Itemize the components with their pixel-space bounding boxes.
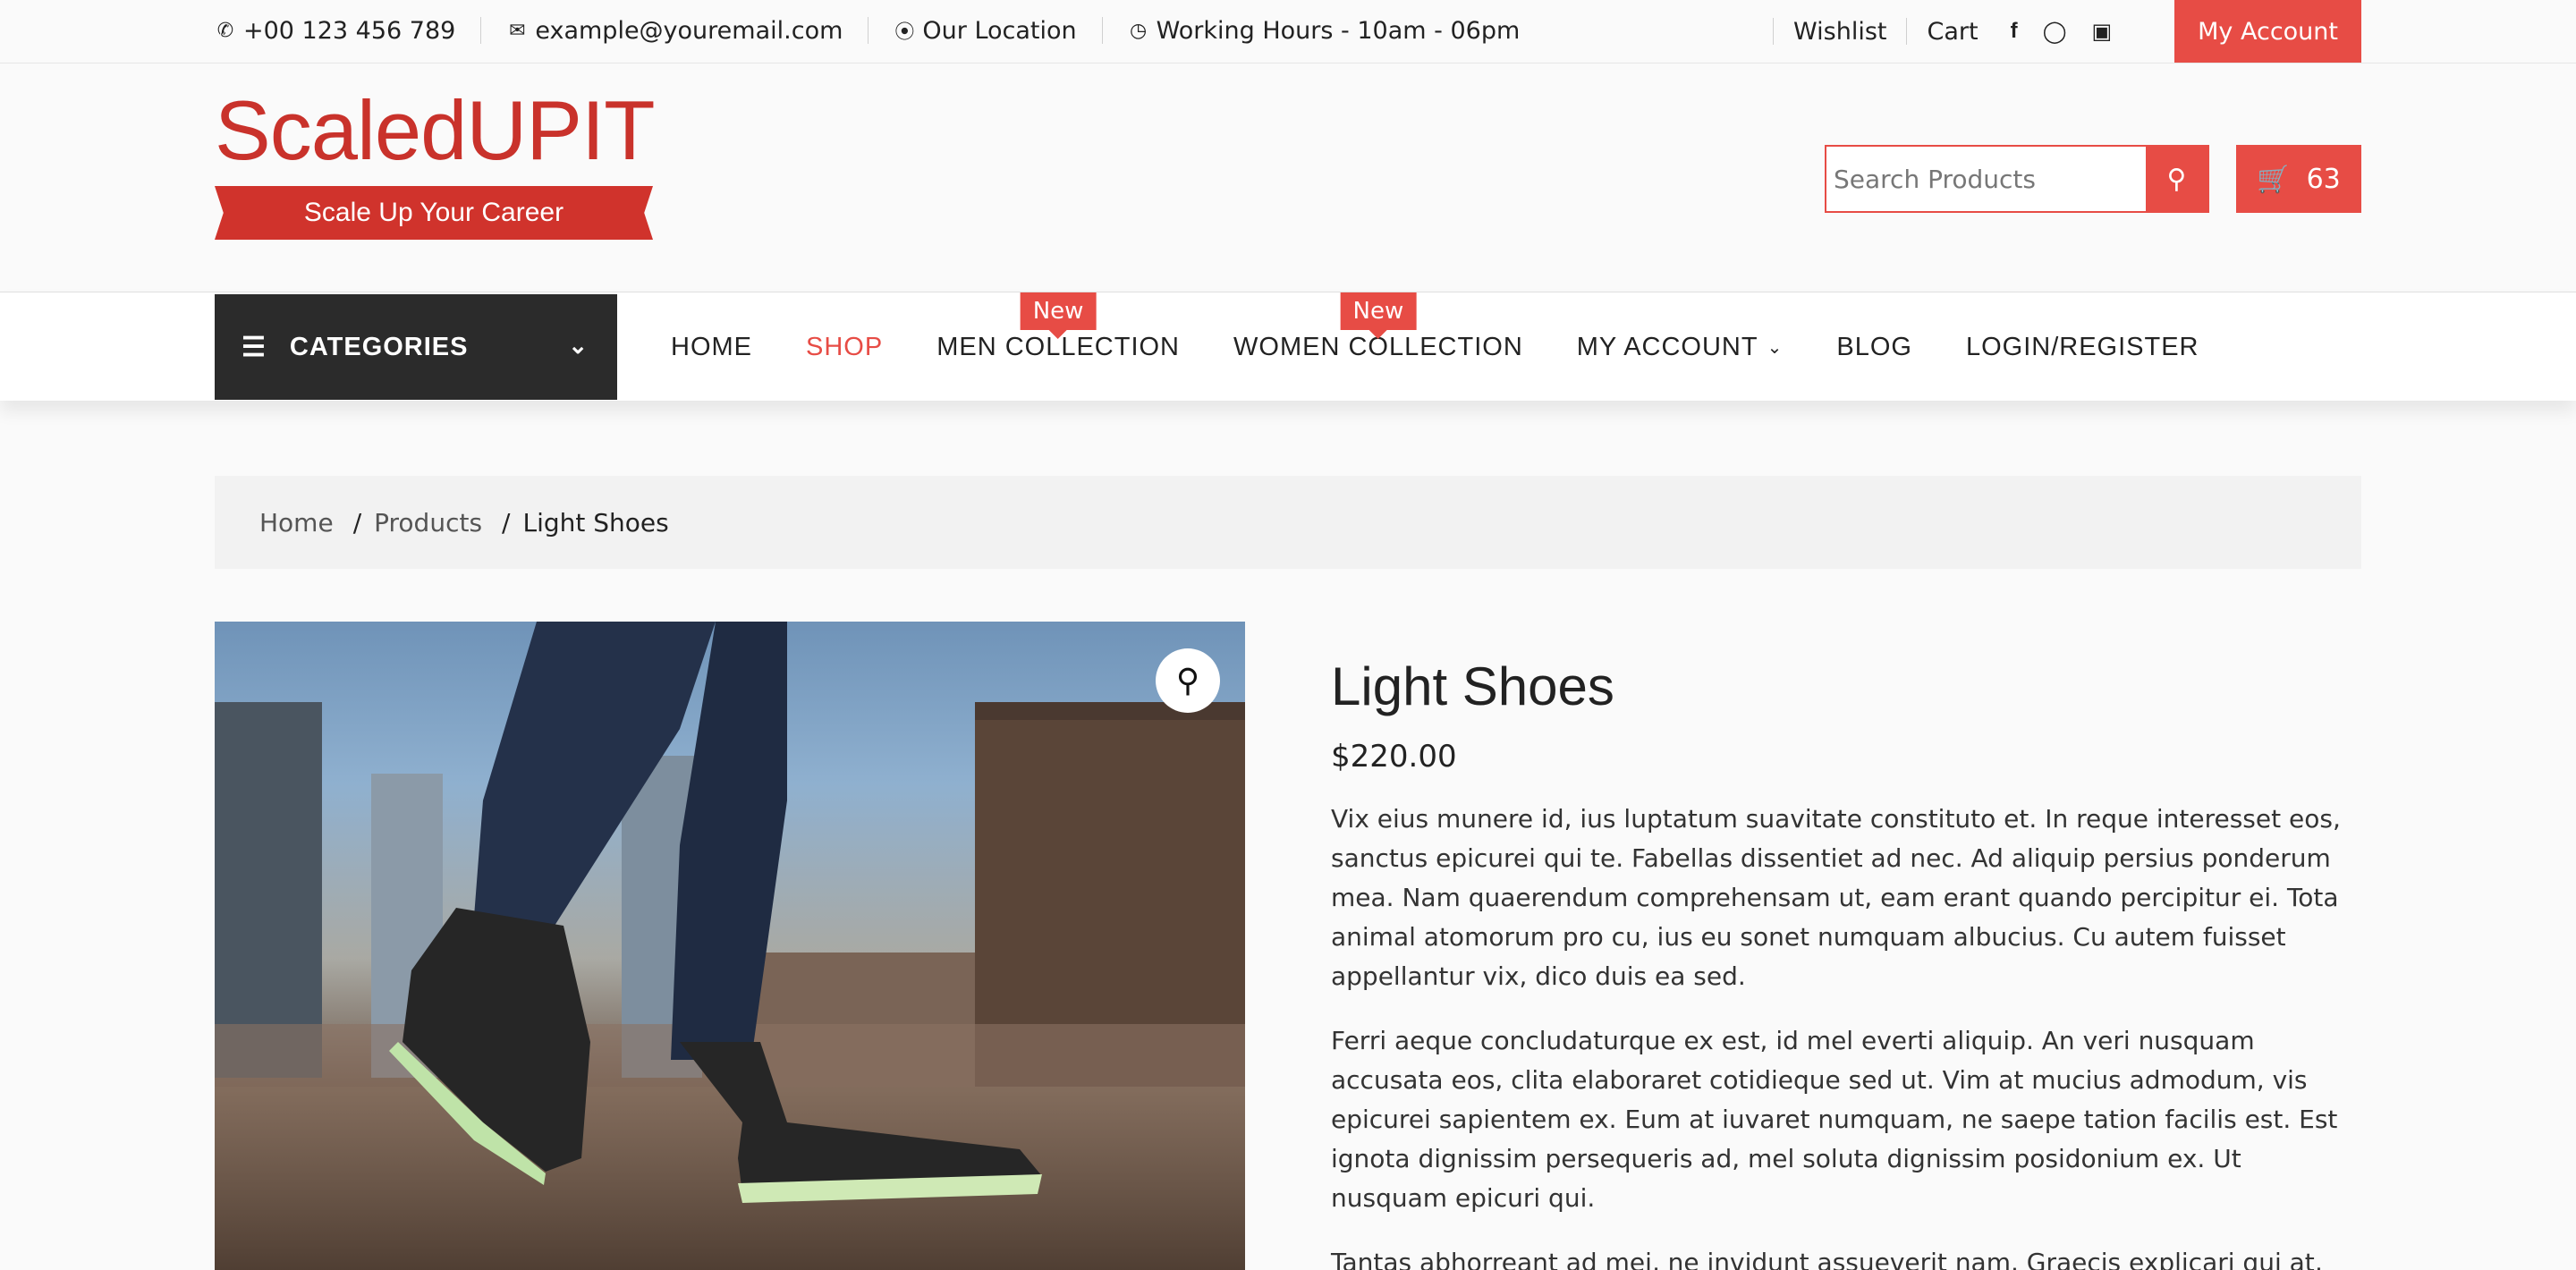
nav-item-shop[interactable]: SHOP bbox=[779, 294, 910, 400]
camera-icon[interactable]: ▣ bbox=[2079, 18, 2124, 45]
site-logo[interactable]: ScaledUPIT Scale Up Your Career bbox=[215, 83, 656, 240]
product-price: $220.00 bbox=[1331, 739, 1457, 775]
new-badge: New bbox=[1020, 292, 1097, 339]
breadcrumb-products[interactable]: Products bbox=[374, 508, 482, 538]
search-button[interactable]: ⚲ bbox=[2146, 147, 2207, 211]
main-menu: HOME SHOP New MEN COLLECTION New WOMEN C… bbox=[644, 292, 2226, 400]
top-bar: ✆ +00 123 456 789 ✉ example@youremail.co… bbox=[0, 0, 2576, 64]
search-icon: ⚲ bbox=[2166, 163, 2187, 195]
cart-link[interactable]: Cart bbox=[1906, 18, 1997, 46]
breadcrumb-separator: / bbox=[352, 507, 362, 538]
nav-label: MY ACCOUNT bbox=[1576, 332, 1758, 361]
location-item[interactable]: ⦿ Our Location bbox=[868, 17, 1101, 45]
product-title: Light Shoes bbox=[1331, 656, 1614, 716]
product-image[interactable]: ⚲ bbox=[215, 622, 1245, 1270]
breadcrumb: Home / Products / Light Shoes bbox=[215, 476, 2361, 569]
facebook-icon[interactable]: f bbox=[1998, 18, 2030, 45]
nav-label: BLOG bbox=[1836, 332, 1912, 361]
envelope-icon: ✉ bbox=[509, 19, 526, 42]
product-details: Light Shoes $220.00 Vix eius munere id, … bbox=[1331, 653, 2361, 1270]
nav-label: HOME bbox=[671, 332, 752, 361]
zoom-button[interactable]: ⚲ bbox=[1156, 648, 1220, 713]
search-box: ⚲ bbox=[1825, 145, 2209, 213]
phone-icon: ✆ bbox=[216, 19, 234, 42]
email-text[interactable]: example@youremail.com bbox=[535, 17, 843, 45]
logo-tagline: Scale Up Your Career bbox=[215, 186, 653, 240]
chevron-down-icon: ⌄ bbox=[1767, 337, 1784, 358]
breadcrumb-home[interactable]: Home bbox=[259, 508, 334, 538]
phone-text: +00 123 456 789 bbox=[243, 16, 456, 45]
logo-brand: ScaledUPIT bbox=[215, 83, 656, 177]
magnifier-icon: ⚲ bbox=[1175, 662, 1200, 699]
nav-item-home[interactable]: HOME bbox=[644, 294, 779, 400]
chevron-down-icon: ⌄ bbox=[568, 332, 589, 359]
menu-icon: ☰ bbox=[242, 332, 267, 362]
nav-item-blog[interactable]: BLOG bbox=[1809, 294, 1939, 400]
search-input[interactable] bbox=[1826, 147, 2146, 211]
cart-button[interactable]: 🛒 63 bbox=[2236, 145, 2361, 213]
cart-icon: 🛒 bbox=[2257, 163, 2291, 195]
product-description: Tantas abhorreant ad mei, ne invidunt as… bbox=[1331, 1248, 2323, 1270]
nav-item-my-account[interactable]: MY ACCOUNT ⌄ bbox=[1550, 294, 1810, 400]
email-item[interactable]: ✉ example@youremail.com bbox=[480, 17, 868, 45]
nav-label: SHOP bbox=[806, 332, 884, 361]
new-badge: New bbox=[1340, 292, 1417, 339]
nav-item-men-collection[interactable]: New MEN COLLECTION bbox=[910, 292, 1207, 400]
categories-dropdown[interactable]: ☰ CATEGORIES ⌄ bbox=[215, 294, 617, 400]
breadcrumb-separator: / bbox=[502, 507, 511, 538]
product-description: Vix eius munere id, ius luptatum suavita… bbox=[1331, 804, 2341, 991]
nav-item-login-register[interactable]: LOGIN/REGISTER bbox=[1939, 294, 2226, 400]
hours-item: ◷ Working Hours - 10am - 06pm bbox=[1101, 16, 1546, 45]
phone-item: ✆ +00 123 456 789 bbox=[215, 16, 480, 45]
hours-text: Working Hours - 10am - 06pm bbox=[1156, 16, 1521, 45]
product-photo bbox=[215, 622, 1245, 1270]
instagram-icon[interactable]: ◯ bbox=[2030, 18, 2080, 45]
product-description: Ferri aeque concludaturque ex est, id me… bbox=[1331, 1026, 2338, 1213]
location-text[interactable]: Our Location bbox=[922, 17, 1076, 45]
my-account-button[interactable]: My Account bbox=[2174, 0, 2361, 63]
wishlist-link[interactable]: Wishlist bbox=[1773, 18, 1906, 46]
cart-count: 63 bbox=[2306, 163, 2341, 195]
categories-label: CATEGORIES bbox=[289, 332, 469, 361]
nav-label: LOGIN/REGISTER bbox=[1965, 332, 2199, 361]
breadcrumb-current: Light Shoes bbox=[522, 507, 669, 538]
nav-item-women-collection[interactable]: New WOMEN COLLECTION bbox=[1207, 292, 1550, 400]
clock-icon: ◷ bbox=[1130, 19, 1148, 42]
top-links: Wishlist Cart f ◯ ▣ My Account bbox=[1773, 0, 2361, 63]
main-navbar: ☰ CATEGORIES ⌄ HOME SHOP New MEN COLLECT… bbox=[0, 292, 2576, 401]
map-marker-icon: ⦿ bbox=[894, 21, 915, 44]
contact-info: ✆ +00 123 456 789 ✉ example@youremail.co… bbox=[215, 0, 1545, 61]
